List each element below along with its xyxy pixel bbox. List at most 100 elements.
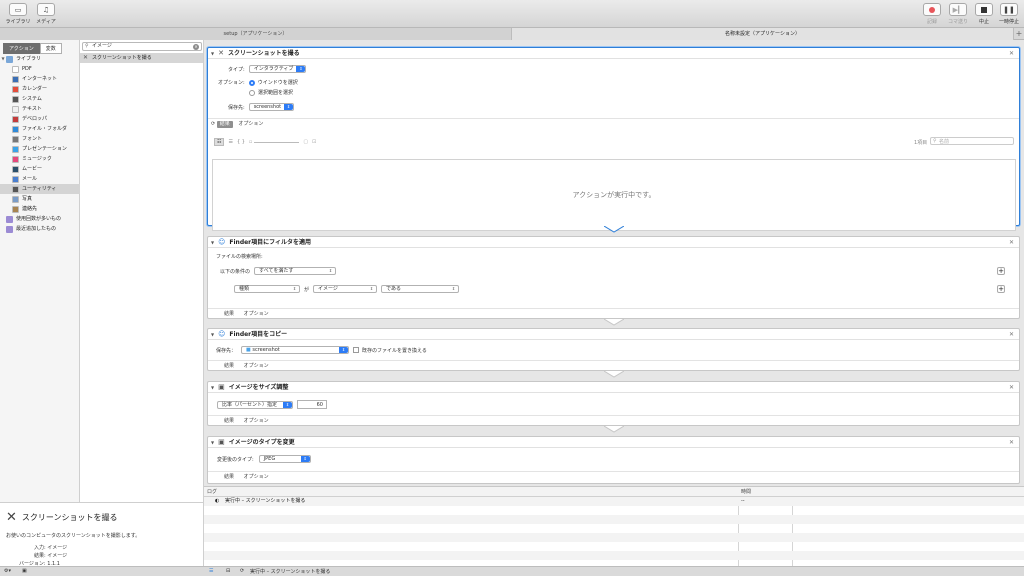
library-item[interactable]: カレンダー [0, 84, 80, 94]
segment-variables[interactable]: 変数 [39, 43, 62, 54]
collapse-icon[interactable]: ▼ [211, 237, 214, 248]
collapse-icon[interactable]: ▼ [211, 48, 214, 59]
clear-search-icon[interactable]: ✕ [193, 44, 199, 50]
spinner-icon: ◐ [215, 498, 220, 504]
action-panel-filter[interactable]: ▼ ☺ Finder項目にフィルタを適用 ✕ ファイルの検索場所: 以下の条件の… [207, 236, 1020, 319]
library-item[interactable]: ミュージック [0, 154, 80, 164]
search-icon: ⚲ [85, 43, 89, 49]
log-column-header[interactable]: ログ [207, 487, 217, 497]
result-button[interactable]: 結果 [216, 121, 233, 128]
criteria-field-select[interactable]: 種類 ⇕ [234, 285, 300, 293]
library-item[interactable]: ムービー [0, 164, 80, 174]
image-type-select[interactable]: JPEG ⇕ [258, 455, 311, 463]
tab-untitled[interactable]: 名称未設定（アプリケーション） [512, 28, 1014, 40]
library-item[interactable]: メール [0, 174, 80, 184]
library-item[interactable]: プレゼンテーション [0, 144, 80, 154]
show-variables-icon[interactable]: ⊟ [226, 568, 230, 574]
library-item[interactable]: デベロッパ [0, 114, 80, 124]
library-item[interactable]: ユーティリティ [0, 184, 80, 194]
category-icon [12, 205, 19, 213]
library-item[interactable]: インターネット [0, 74, 80, 84]
chevron-down-icon: ⇕ [296, 66, 306, 72]
action-panel-convert[interactable]: ▼ ▣ イメージのタイプを変更 ✕ 変更後のタイプ: JPEG ⇕ 結果 オプショ… [207, 436, 1020, 484]
options-button[interactable]: オプション [244, 474, 269, 480]
media-icon: ♫ [37, 3, 55, 16]
step-button[interactable]: ▶▎ コマ送り [945, 3, 971, 25]
gear-icon[interactable]: ⚙▾ [4, 568, 11, 574]
action-list-column: ⚲ イメージ ✕ ✕ スクリーンショットを撮る [80, 40, 204, 502]
condition-select[interactable]: すべてを満たす ⇕ [254, 267, 337, 275]
name-filter-input[interactable]: ⚲ 名前 [930, 137, 1014, 145]
time-column-header[interactable]: 時間 [741, 487, 751, 497]
collapse-icon[interactable]: ▼ [211, 437, 214, 448]
library-item[interactable]: テキスト [0, 104, 80, 114]
library-tree: ▼ ライブラリ PDF インターネット カレンダー システム テキスト デベロッパ ファイル… [0, 54, 80, 234]
close-icon[interactable]: ✕ [1009, 237, 1014, 248]
library-root[interactable]: ▼ ライブラリ [0, 54, 80, 64]
resize-amount-input[interactable]: 60 [297, 400, 327, 409]
smart-folder-item[interactable]: 最近追加したもの [0, 224, 80, 234]
add-tab-button[interactable]: + [1014, 28, 1024, 40]
chevron-down-icon: ⇕ [328, 268, 333, 273]
action-panel-screenshot[interactable]: ▼ ✕ スクリーンショットを撮る ✕ タイプ: インタラクティブ ⇕ オプション:… [207, 47, 1020, 231]
spinner-icon: ⟳ [240, 568, 245, 574]
pause-button[interactable]: ❚❚ 一時停止 [996, 3, 1022, 25]
criteria-value-select[interactable]: イメージ ⇕ [313, 285, 378, 293]
category-icon [12, 65, 19, 73]
radio-selection[interactable] [249, 89, 255, 96]
show-description-icon[interactable]: ▣ [22, 568, 27, 574]
radio-window[interactable] [248, 79, 255, 86]
action-panel-resize[interactable]: ▼ ▣ イメージをサイズ調整 ✕ 比率（パーセント）指定 ⇕ 60 結果 オプショ… [207, 381, 1020, 426]
tab-setup[interactable]: setup（アプリケーション） [0, 28, 512, 40]
finder-icon: ☺ [218, 329, 226, 338]
library-item[interactable]: PDF [0, 64, 80, 74]
zoom-slider[interactable] [254, 141, 300, 143]
type-select[interactable]: インタラクティブ ⇕ [248, 65, 307, 73]
collapse-icon[interactable]: ▼ [211, 382, 214, 393]
media-button[interactable]: ♫ メディア [33, 3, 59, 25]
library-item[interactable]: ファイル・フォルダ [0, 124, 80, 134]
library-item[interactable]: システム [0, 94, 80, 104]
result-button[interactable]: 結果 [224, 474, 234, 480]
collapse-icon[interactable]: ▼ [211, 329, 214, 340]
options-button[interactable]: オプション [244, 311, 269, 317]
options-button[interactable]: オプション [244, 363, 269, 369]
smart-folder-item[interactable]: 使用回数が多いもの [0, 214, 80, 224]
result-button[interactable]: 結果 [224, 311, 234, 317]
options-button[interactable]: オプション [244, 418, 269, 424]
options-button[interactable]: オプション [238, 121, 263, 127]
flow-connector [604, 371, 624, 378]
resize-mode-select[interactable]: 比率（パーセント）指定 ⇕ [217, 400, 293, 409]
result-button[interactable]: 結果 [224, 363, 234, 369]
close-icon[interactable]: ✕ [1009, 329, 1014, 340]
record-button[interactable]: 記録 [919, 3, 945, 25]
show-log-icon[interactable]: ☰ [209, 568, 213, 574]
code-view-icon[interactable]: { } [237, 139, 245, 145]
action-item-screenshot[interactable]: ✕ スクリーンショットを撮る [80, 53, 203, 63]
category-icon [12, 195, 19, 203]
slider-large-icon: ▢ [303, 139, 309, 145]
add-criteria-button[interactable]: + [997, 285, 1005, 293]
segment-actions[interactable]: アクション [3, 43, 40, 54]
list-view-icon[interactable]: ☷ [214, 138, 225, 146]
action-panel-copy[interactable]: ▼ ☺ Finder項目をコピー ✕ 保存先： ■ screenshot ⇕ 既存… [207, 328, 1020, 371]
replace-checkbox[interactable] [353, 347, 360, 353]
library-item[interactable]: フォント [0, 134, 80, 144]
result-button[interactable]: 結果 [224, 418, 234, 424]
log-row[interactable]: ◐ 実行中 – スクリーンショットを撮る -- [204, 497, 1024, 506]
library-item[interactable]: 写真 [0, 194, 80, 204]
library-button[interactable]: ▭ ライブラリ [5, 3, 31, 25]
stop-button[interactable]: 中止 [971, 3, 997, 25]
destination-select[interactable]: ■ screenshot ⇕ [241, 346, 350, 354]
add-condition-button[interactable]: + [997, 267, 1005, 275]
library-item[interactable]: 連絡先 [0, 204, 80, 214]
close-icon[interactable]: ✕ [1009, 382, 1014, 393]
save-location-select[interactable]: screenshot ⇕ [248, 103, 295, 111]
column-view-icon[interactable]: ☰ [228, 139, 232, 145]
close-icon[interactable]: ✕ [1009, 437, 1014, 448]
preview-icon: ▣ [218, 437, 225, 446]
close-icon[interactable]: ✕ [1009, 48, 1014, 59]
search-input[interactable]: ⚲ イメージ ✕ [82, 42, 202, 51]
criteria-operator-select[interactable]: である ⇕ [381, 285, 460, 293]
info-icon[interactable]: ⊡ [312, 139, 316, 145]
